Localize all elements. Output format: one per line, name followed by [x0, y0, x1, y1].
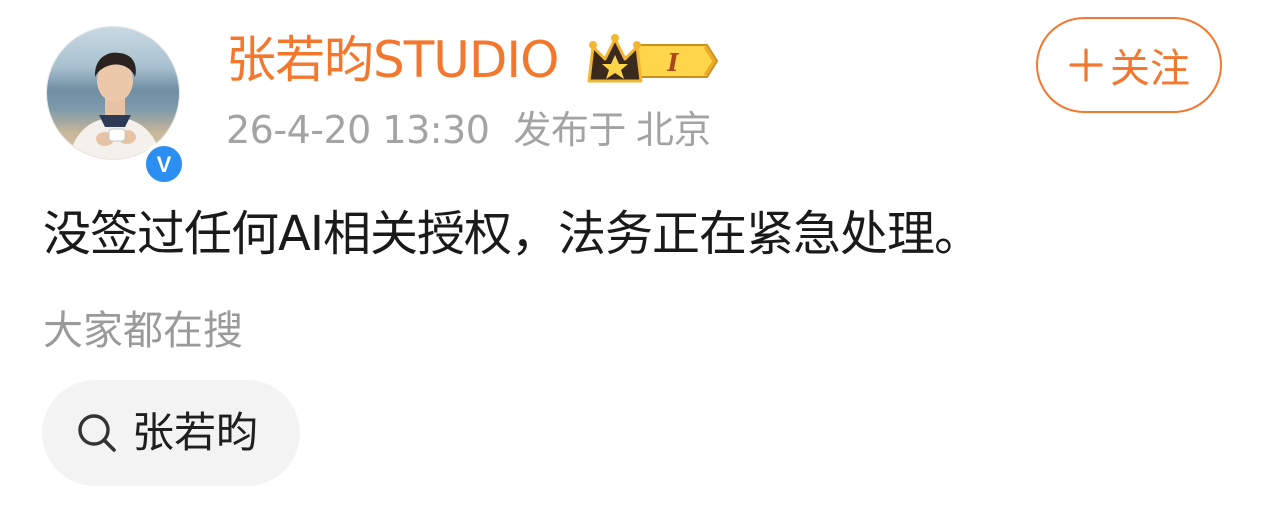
member-level: I	[666, 48, 679, 77]
avatar[interactable]: V	[46, 26, 186, 186]
avatar-photo	[46, 26, 180, 160]
search-icon	[78, 414, 116, 452]
account-name[interactable]: 张若昀STUDIO	[226, 30, 559, 90]
verified-check-icon: V	[157, 152, 172, 177]
related-search-heading: 大家都在搜	[43, 308, 243, 354]
follow-button[interactable]: 关注	[1036, 17, 1222, 113]
post-meta: 26-4-20 13:30 发布于 北京	[226, 104, 711, 156]
verified-badge-letter: V	[157, 152, 172, 177]
member-badge[interactable]: I	[585, 31, 720, 85]
posted-from-label: 发布于	[513, 108, 626, 152]
post-date: 26-4-20 13:30	[226, 108, 490, 152]
crown-icon: I	[587, 34, 719, 83]
post-text: 没签过任何AI相关授权，法务正在紧急处理。	[43, 206, 982, 262]
avatar-photo-illustration	[69, 52, 161, 159]
related-search-chip[interactable]: 张若昀	[42, 380, 300, 486]
related-search-chip-label: 张若昀	[132, 408, 259, 457]
follow-button-label: 关注	[1110, 46, 1190, 92]
verified-badge-icon: V	[142, 142, 186, 186]
plus-icon	[1069, 48, 1103, 82]
post-location: 北京	[635, 108, 712, 152]
